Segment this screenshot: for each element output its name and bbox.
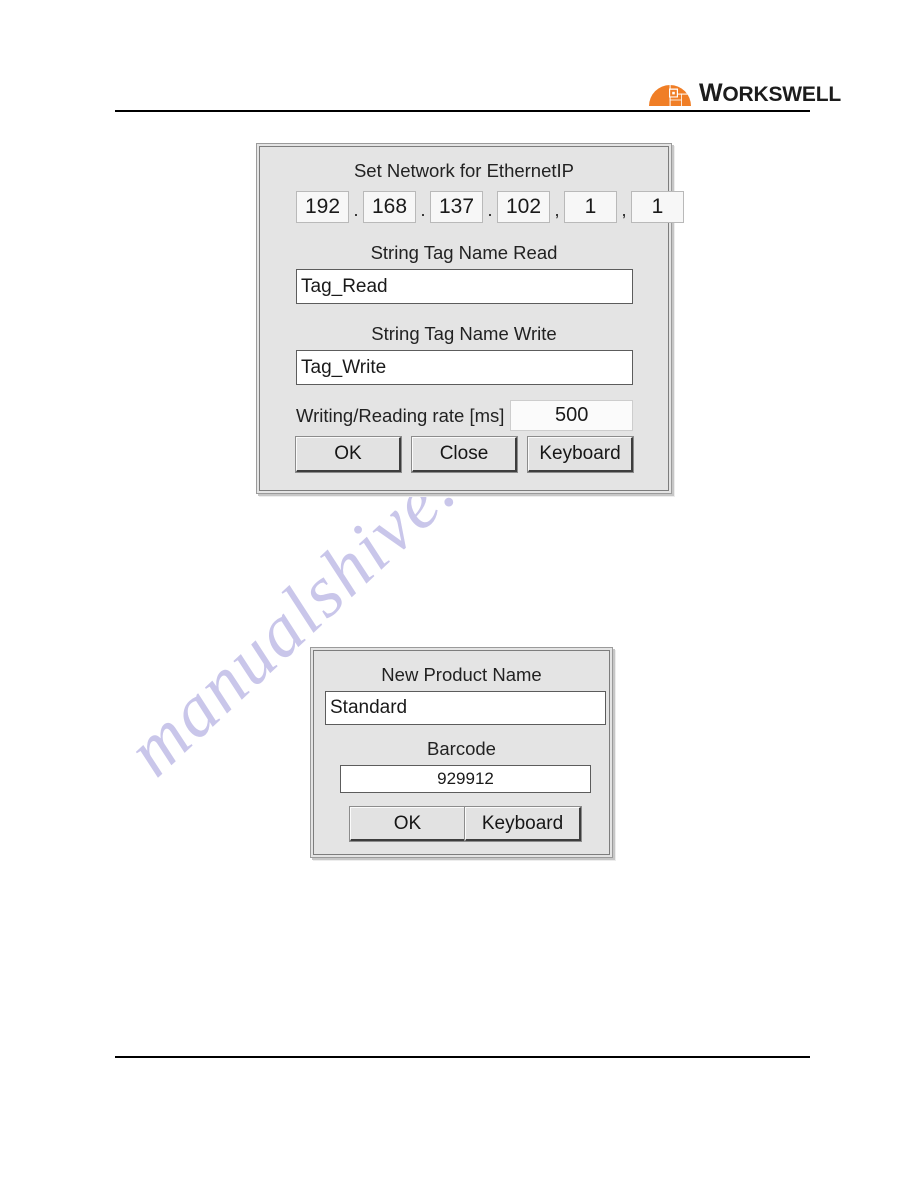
ip-octet-4[interactable]: 102 [497,191,550,223]
workswell-dome-icon [648,79,694,107]
string-tag-write-input[interactable]: Tag_Write [296,350,633,385]
string-tag-write-label: String Tag Name Write [371,323,557,344]
dialog-button-row: OK Close Keyboard [295,436,634,473]
header-rule [115,110,810,112]
brand-name: WORKSWELL [699,78,841,107]
document-page: WORKSWELL manualshive.com Set Network fo… [0,0,918,1188]
ok-button[interactable]: OK [349,806,467,842]
dialog-new-product: New Product Name Standard Barcode 929912… [310,647,613,858]
string-tag-read-input[interactable]: Tag_Read [296,269,633,304]
ip-separator-4: , [554,200,560,220]
keyboard-button[interactable]: Keyboard [464,806,582,842]
new-product-name-input[interactable]: Standard [325,691,606,725]
new-product-name-label: New Product Name [381,664,542,685]
ip-separator-2: . [420,200,426,220]
rate-label: Writing/Reading rate [ms] [296,404,505,426]
dialog-frame: Set Network for EthernetIP 192 . 168 . 1… [259,146,684,491]
ok-button[interactable]: OK [295,436,402,473]
ip-address-row: 192 . 168 . 137 . 102 , 1 , 1 [296,191,684,223]
ip-octet-3[interactable]: 137 [430,191,483,223]
dialog-frame: New Product Name Standard Barcode 929912… [313,650,610,855]
ip-separator-1: . [353,200,359,220]
dialog-button-row: OK Keyboard [349,806,582,842]
footer-rule [115,1056,810,1058]
ip-separator-5: , [621,200,627,220]
barcode-label: Barcode [427,738,496,759]
close-button[interactable]: Close [411,436,518,473]
barcode-input[interactable]: 929912 [340,765,591,793]
ip-octet-2[interactable]: 168 [363,191,416,223]
ip-separator-3: . [487,200,493,220]
keyboard-button[interactable]: Keyboard [527,436,634,473]
brand-initial: W [699,78,723,107]
brand-rest: ORKSWELL [722,82,841,106]
ip-octet-5[interactable]: 1 [564,191,617,223]
rate-row: Writing/Reading rate [ms] 500 [296,400,633,431]
brand-logo: WORKSWELL [648,76,841,110]
ip-octet-1[interactable]: 192 [296,191,349,223]
rate-input[interactable]: 500 [510,400,633,431]
string-tag-read-label: String Tag Name Read [370,242,558,263]
dialog-set-network-ethernetip: Set Network for EthernetIP 192 . 168 . 1… [256,143,684,494]
dialog-title: Set Network for EthernetIP [353,160,575,181]
ip-octet-6[interactable]: 1 [631,191,684,223]
